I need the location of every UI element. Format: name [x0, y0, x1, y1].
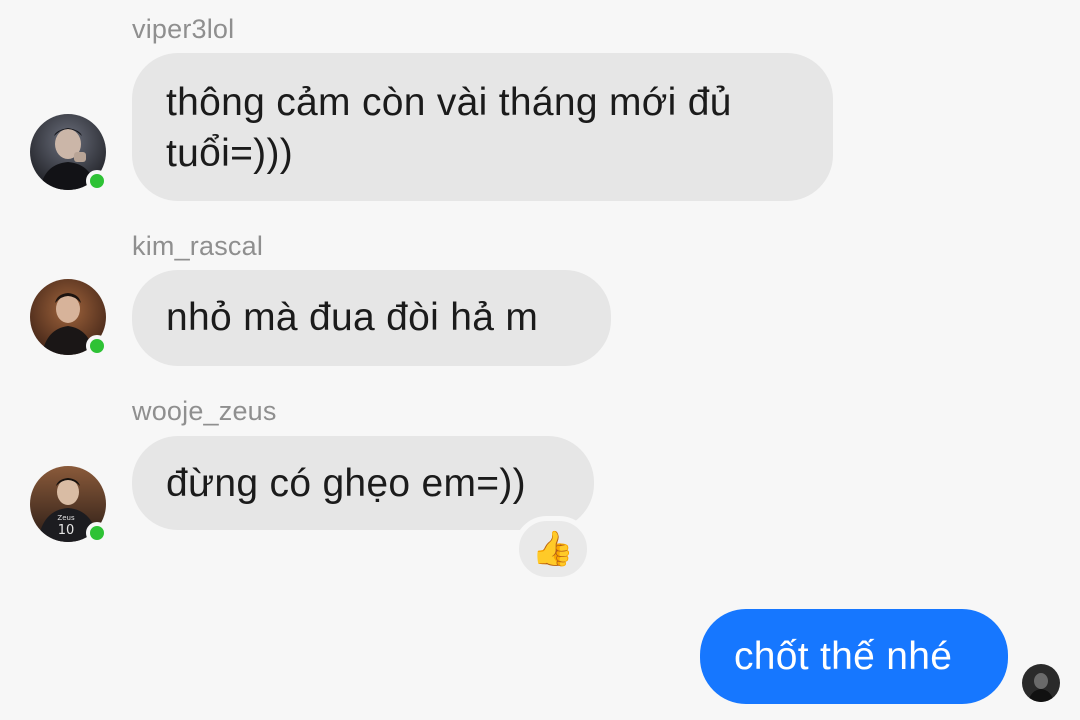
reaction-badge[interactable]: 👍 — [514, 516, 592, 582]
message-text: nhỏ mà đua đòi hả m — [166, 296, 539, 339]
message-text: đừng có ghẹo em=)) — [166, 462, 526, 505]
message-thread: viper3lol thông cảm còn vài tháng mới đủ… — [0, 0, 1080, 720]
message-text: chốt thế nhé — [734, 635, 953, 678]
message-text-line-2: tuổi=))) — [166, 132, 294, 175]
avatar-wooje-zeus[interactable]: Zeus 10 — [30, 466, 108, 544]
sender-name-wooje-zeus: wooje_zeus — [132, 396, 277, 426]
seen-avatar — [1022, 664, 1060, 702]
jersey-name: Zeus — [57, 514, 75, 522]
message-bubble-viper3lol[interactable]: thông cảm còn vài tháng mới đủ tuổi=))) — [132, 53, 833, 201]
message-bubble-wooje-zeus[interactable]: đừng có ghẹo em=)) — [132, 436, 594, 530]
thumbs-up-icon: 👍 — [531, 530, 575, 568]
avatar-photo — [1022, 664, 1060, 702]
online-status-icon — [86, 335, 108, 357]
sender-name-kim-rascal: kim_rascal — [132, 231, 264, 261]
avatar-viper3lol[interactable] — [30, 114, 108, 192]
avatar-kim-rascal[interactable] — [30, 279, 108, 357]
message-text-line-1: thông cảm còn vài tháng mới đủ — [166, 81, 732, 124]
message-bubble-outgoing[interactable]: chốt thế nhé — [700, 609, 1008, 704]
online-status-icon — [86, 170, 108, 192]
online-status-icon — [86, 522, 108, 544]
sender-name-viper3lol: viper3lol — [132, 14, 235, 44]
message-bubble-kim-rascal[interactable]: nhỏ mà đua đòi hả m — [132, 270, 611, 366]
jersey-number: 10 — [58, 523, 75, 538]
